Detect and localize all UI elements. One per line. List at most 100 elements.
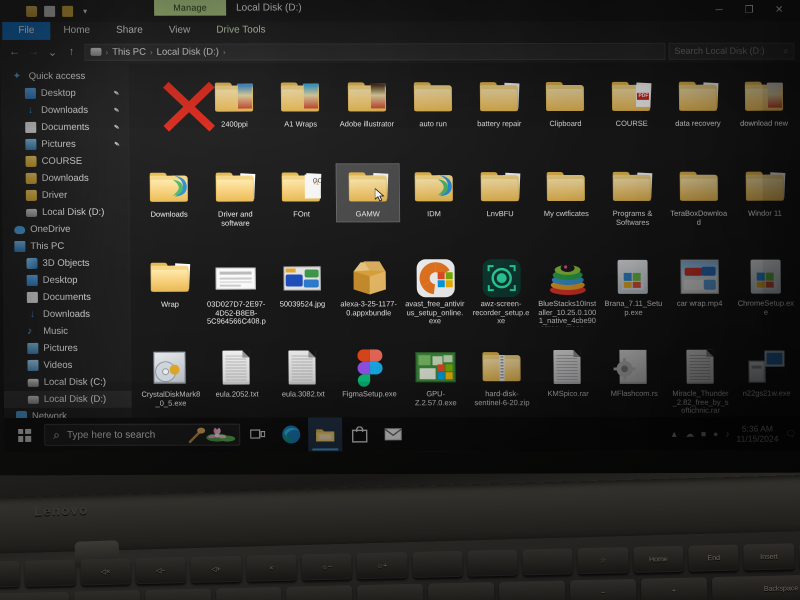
- up-button[interactable]: ↑: [63, 46, 79, 58]
- sidebar-item-pictures[interactable]: Pictures: [3, 340, 131, 357]
- pin-icon[interactable]: ✒: [111, 105, 122, 116]
- key-blank[interactable]: [499, 580, 566, 600]
- key-blank[interactable]: [24, 559, 76, 587]
- sidebar-item-local-disk-d[interactable]: Local Disk (D:): [3, 390, 132, 408]
- file-item-03d027d7-2e97-4d52-b8eb-5c964566c408-png[interactable]: 03D027D7-2E97-4D52-B8EB-5C964566C408.png: [203, 252, 270, 342]
- file-item-downloads[interactable]: Downloads: [136, 162, 203, 252]
- key-brightness-up[interactable]: ☼+: [356, 552, 408, 580]
- sidebar-item-documents[interactable]: Documents: [3, 289, 131, 306]
- file-item-my-cwtficates[interactable]: My cwtficates: [533, 161, 600, 251]
- key-blank[interactable]: [215, 586, 283, 600]
- key-blank[interactable]: [73, 590, 141, 600]
- task-view-button[interactable]: [240, 418, 274, 452]
- file-item-auto-run[interactable]: auto run: [399, 71, 466, 161]
- key-plus[interactable]: +: [640, 577, 708, 600]
- key-home[interactable]: Home: [632, 545, 684, 573]
- file-item-course[interactable]: PDF COURSE: [598, 71, 665, 161]
- battery-tray-icon[interactable]: ■: [701, 429, 706, 439]
- key-blank[interactable]: [286, 585, 353, 600]
- sidebar-item-onedrive[interactable]: OneDrive: [2, 221, 130, 238]
- file-item-a1-wraps[interactable]: A1 Wraps: [267, 71, 334, 161]
- sidebar-item-downloads[interactable]: ↓ Downloads: [3, 306, 131, 323]
- key-blank[interactable]: [428, 582, 495, 600]
- key-blank[interactable]: [357, 583, 424, 600]
- key-blank[interactable]: [467, 549, 518, 577]
- search-input[interactable]: Search Local Disk (D:) ⌕: [668, 42, 795, 60]
- key-blank[interactable]: [522, 548, 574, 576]
- qat-pin-icon[interactable]: [62, 5, 74, 17]
- notification-center-button[interactable]: 🗨: [785, 428, 796, 439]
- file-item-chromesetup-exe[interactable]: ChromeSetup.exe: [732, 251, 799, 341]
- sidebar-item-course[interactable]: COURSE: [1, 153, 129, 170]
- quick-access-toolbar[interactable]: ▾: [0, 5, 87, 17]
- file-item-brana-7-11-setup-exe[interactable]: Brana_7.11_Setup.exe: [600, 251, 667, 341]
- volume-tray-icon[interactable]: ♪: [725, 429, 729, 439]
- key-end[interactable]: End: [688, 544, 740, 572]
- key-brightness-down[interactable]: ☼−: [301, 553, 353, 581]
- recent-locations-button[interactable]: ⌄: [44, 45, 60, 58]
- key-blank[interactable]: [411, 550, 463, 578]
- file-item-idm[interactable]: IDM: [400, 161, 467, 251]
- file-item-awz-screen-recorder-setup-exe[interactable]: awz-screen-recorder_setup.exe: [467, 251, 534, 341]
- taskbar-app-mail[interactable]: [376, 417, 410, 451]
- key-insert[interactable]: Insert: [743, 543, 795, 571]
- system-tray[interactable]: ▲ ☁ ■ ● ♪ 5:36 AM 11/15/2024 🗨: [670, 424, 800, 444]
- file-item-teraboxdownload[interactable]: TeraBoxDownload: [665, 161, 732, 251]
- sidebar-item-this-pc[interactable]: This PC: [2, 238, 130, 255]
- file-item-download-new[interactable]: download new: [731, 71, 798, 161]
- file-item-driver-and-software[interactable]: Driver and software: [202, 162, 269, 252]
- key-minus[interactable]: −: [569, 578, 637, 600]
- window-controls[interactable]: ─ ❐ ✕: [704, 0, 794, 20]
- tab-drive-tools[interactable]: Drive Tools: [203, 23, 278, 40]
- file-item-gamw[interactable]: GAMW: [334, 161, 401, 251]
- forward-button[interactable]: →: [25, 46, 41, 58]
- ribbon-tabs[interactable]: File Home Share View Drive Tools: [0, 20, 800, 40]
- key-mute[interactable]: ◁×: [80, 558, 131, 586]
- search-icon[interactable]: ⌕: [783, 45, 788, 56]
- taskbar-search-input[interactable]: ⌕ Type here to search: [44, 423, 241, 446]
- qat-properties-icon[interactable]: [44, 5, 56, 17]
- file-item-lnvbfu[interactable]: LnvBFU: [467, 161, 534, 251]
- close-button[interactable]: ✕: [764, 0, 794, 20]
- breadcrumb-this-pc[interactable]: This PC: [112, 46, 146, 57]
- sidebar-item-desktop[interactable]: Desktop ✒: [1, 85, 129, 102]
- file-item-wrap[interactable]: Wrap: [136, 252, 203, 342]
- navigation-pane[interactable]: ✦ Quick access Desktop ✒ ↓ Downloads ✒ Document…: [0, 63, 133, 429]
- file-item-clipboard[interactable]: Clipboard: [532, 71, 599, 161]
- onedrive-tray-icon[interactable]: ☁: [685, 428, 694, 439]
- key-backspace[interactable]: Backspace: [711, 574, 800, 600]
- sidebar-item-local-disk-d[interactable]: Local Disk (D:): [2, 204, 130, 221]
- sidebar-item-desktop[interactable]: Desktop: [3, 272, 131, 289]
- windows-taskbar[interactable]: ⌕ Type here to search ▲ ☁ ■ ● ♪ 5:36 AM …: [4, 416, 800, 452]
- sidebar-item-3d-objects[interactable]: 3D Objects: [2, 255, 130, 272]
- file-item-car-wrap-mp4[interactable]: car wrap.mp4: [666, 251, 733, 341]
- edge-tray-icon[interactable]: ●: [713, 429, 718, 439]
- chevron-down-icon[interactable]: ▾: [83, 6, 87, 15]
- tab-share[interactable]: Share: [103, 23, 156, 40]
- sidebar-item-music[interactable]: ♪ Music: [3, 323, 131, 340]
- tab-file[interactable]: File: [2, 21, 51, 40]
- file-item-50039524-jpg[interactable]: 50039524.jpg: [269, 251, 336, 341]
- file-item-alexa-3-25-1177-0-appxbundle[interactable]: alexa-3-25-1177-0.appxbundle: [335, 251, 402, 341]
- start-button[interactable]: [4, 428, 44, 442]
- key-star[interactable]: ☆: [577, 547, 629, 575]
- tab-view[interactable]: View: [156, 23, 204, 40]
- taskbar-clock[interactable]: 5:36 AM 11/15/2024: [736, 424, 778, 444]
- key-mic-mute[interactable]: ×: [245, 554, 297, 582]
- sidebar-item-videos[interactable]: Videos: [3, 357, 131, 374]
- address-breadcrumb-bar[interactable]: › This PC › Local Disk (D:) ›: [84, 42, 666, 61]
- file-item-battery-repair[interactable]: battery repair: [466, 71, 533, 161]
- breadcrumb-local-disk-d[interactable]: Local Disk (D:): [157, 46, 219, 57]
- key-volume-up[interactable]: ◁+: [190, 555, 242, 583]
- sidebar-item-downloads[interactable]: Downloads: [2, 170, 130, 187]
- file-item-avast-free-antivirus-setup-online-exe[interactable]: avast_free_antivirus_setup_online.exe: [401, 251, 468, 341]
- sidebar-item-pictures[interactable]: Pictures ✒: [1, 136, 129, 153]
- pin-icon[interactable]: ✒: [111, 88, 122, 99]
- file-list-view[interactable]: 2400ppi A1 Wraps Adobe illustrator auto run…: [128, 62, 800, 429]
- file-item-programs-softwares[interactable]: Programs & Softwares: [599, 161, 666, 251]
- key-blank[interactable]: [0, 560, 21, 588]
- file-item-windor-11[interactable]: Windor 11: [731, 161, 798, 251]
- sidebar-item-documents[interactable]: Documents ✒: [1, 119, 129, 136]
- taskbar-app-file-explorer[interactable]: [308, 417, 343, 452]
- file-item-bluestacks10installer-10-25-0-1001-nativ[interactable]: BlueStacks10Installer_10.25.0.1001_nativ…: [534, 251, 601, 341]
